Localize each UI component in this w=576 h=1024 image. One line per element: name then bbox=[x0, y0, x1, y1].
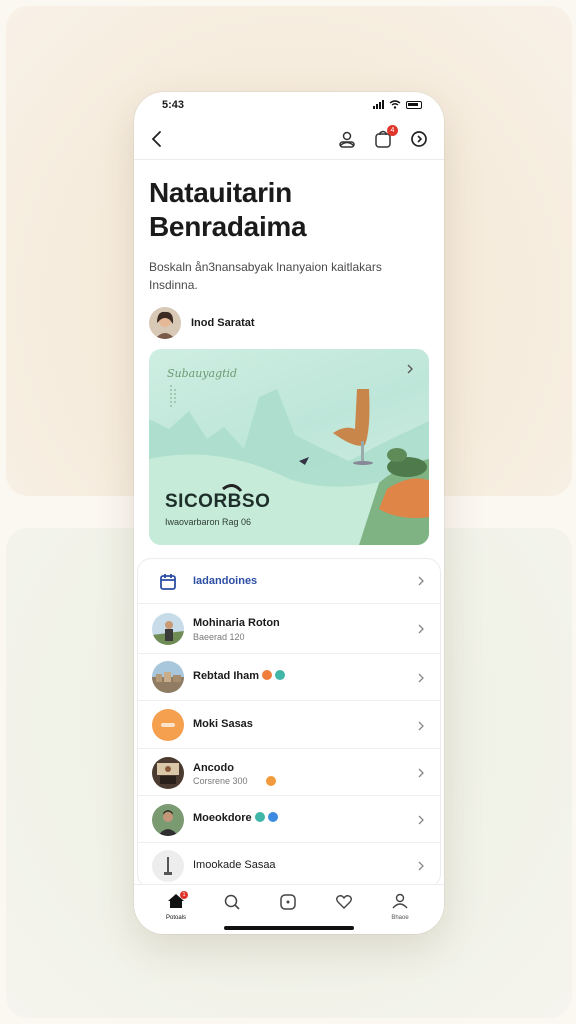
signal-icon bbox=[373, 100, 384, 109]
status-dot-teal bbox=[254, 812, 265, 823]
calendar-icon bbox=[160, 574, 176, 590]
title-line-2: Benradaima bbox=[149, 211, 307, 242]
user-icon bbox=[392, 893, 408, 909]
title-line-1: Natauitarin bbox=[149, 177, 292, 208]
home-badge: 1 bbox=[180, 891, 188, 899]
author-avatar bbox=[149, 307, 181, 339]
list-item-title-text: Rebtad Iham bbox=[193, 670, 260, 682]
card-chevron-right-icon[interactable] bbox=[405, 363, 415, 375]
author-name: Inod Saratat bbox=[191, 317, 255, 329]
battery-icon bbox=[406, 100, 422, 109]
tab-favorites[interactable] bbox=[324, 893, 364, 916]
phone-frame: 5:43 4 Natauitarin Benradaima Boskaln ån… bbox=[134, 92, 444, 934]
page-title: Natauitarin Benradaima bbox=[149, 176, 429, 244]
notification-bag-icon[interactable]: 4 bbox=[372, 125, 398, 150]
list-item[interactable]: Imookade Sasaa bbox=[138, 843, 440, 887]
list-item-title: Imookade Sasaa bbox=[193, 859, 276, 871]
search-icon bbox=[224, 894, 240, 910]
list-item[interactable]: Ancodo Corsrene 300 bbox=[138, 749, 440, 796]
content-list: Iadandoines Mohinaria Roton Baeerad 120 … bbox=[137, 558, 441, 888]
tab-home-label: Potoals bbox=[165, 915, 186, 921]
person-avatar bbox=[152, 613, 184, 645]
featured-card[interactable]: Subauyagtid SICORBSO Iwaovarbaron Rag 06 bbox=[149, 349, 429, 545]
statue-thumb bbox=[152, 850, 184, 882]
chevron-right-icon bbox=[418, 768, 424, 778]
status-dot-blue bbox=[267, 812, 278, 823]
status-time: 5:43 bbox=[162, 99, 185, 111]
chevron-right-icon bbox=[418, 624, 424, 634]
status-dot-orange bbox=[262, 670, 273, 681]
list-item-subtitle: Corsrene 300 bbox=[193, 775, 276, 787]
nav-divider bbox=[134, 159, 444, 160]
list-item[interactable]: Rebtad Iham bbox=[138, 654, 440, 701]
card-caption: Iwaovarbaron Rag 06 bbox=[165, 517, 252, 527]
author-row[interactable]: Inod Saratat bbox=[149, 307, 255, 339]
status-dot-teal bbox=[275, 670, 286, 681]
chevron-right-icon bbox=[418, 576, 424, 586]
add-square-icon bbox=[280, 894, 296, 910]
tab-search[interactable] bbox=[212, 893, 252, 916]
chevron-right-icon bbox=[418, 673, 424, 683]
status-dot-orange bbox=[265, 775, 276, 786]
orange-avatar bbox=[152, 709, 184, 741]
status-icons bbox=[373, 100, 422, 109]
list-item-subtitle-text: Corsrene 300 bbox=[193, 776, 248, 786]
list-item-title: Moeokdore bbox=[193, 812, 278, 824]
list-item-title: Mohinaria Roton bbox=[193, 617, 280, 629]
notification-badge: 4 bbox=[387, 125, 398, 136]
chevron-right-icon bbox=[418, 815, 424, 825]
list-item-title: Ancodo bbox=[193, 762, 234, 774]
list-item-title: Iadandoines bbox=[193, 575, 258, 587]
heart-icon bbox=[336, 895, 352, 909]
tab-create[interactable] bbox=[268, 893, 308, 916]
tab-home[interactable]: 1 Potoals bbox=[156, 891, 196, 921]
list-item-title: Moki Sasas bbox=[193, 718, 253, 730]
chevron-right-icon bbox=[418, 721, 424, 731]
list-item[interactable]: Moki Sasas bbox=[138, 701, 440, 749]
home-indicator bbox=[224, 926, 354, 930]
interior-thumb bbox=[152, 757, 184, 789]
wifi-icon bbox=[389, 100, 401, 109]
list-item-title: Rebtad Iham bbox=[193, 670, 286, 682]
back-arrow-icon[interactable] bbox=[146, 128, 168, 150]
chevron-right-icon bbox=[418, 861, 424, 871]
list-item-title-text: Moeokdore bbox=[193, 812, 252, 824]
tab-profile[interactable]: Bhaoe bbox=[380, 893, 420, 921]
status-bar: 5:43 bbox=[134, 92, 444, 120]
list-item[interactable]: Mohinaria Roton Baeerad 120 bbox=[138, 604, 440, 654]
list-item[interactable]: Iadandoines bbox=[138, 559, 440, 604]
top-nav: 4 bbox=[134, 122, 444, 158]
article-description: Boskaln ån3nansabyak lnanyaion kaitlakar… bbox=[149, 260, 382, 292]
list-item[interactable]: Moeokdore bbox=[138, 796, 440, 843]
tab-profile-label: Bhaoe bbox=[391, 915, 409, 921]
play-circle-icon[interactable] bbox=[408, 128, 430, 150]
city-thumb bbox=[152, 661, 184, 693]
card-script-text: Subauyagtid bbox=[167, 367, 238, 380]
list-item-subtitle: Baeerad 120 bbox=[193, 632, 245, 642]
profile-icon[interactable] bbox=[336, 128, 358, 150]
card-headline: SICORBSO bbox=[165, 491, 271, 512]
person-avatar-2 bbox=[152, 804, 184, 836]
